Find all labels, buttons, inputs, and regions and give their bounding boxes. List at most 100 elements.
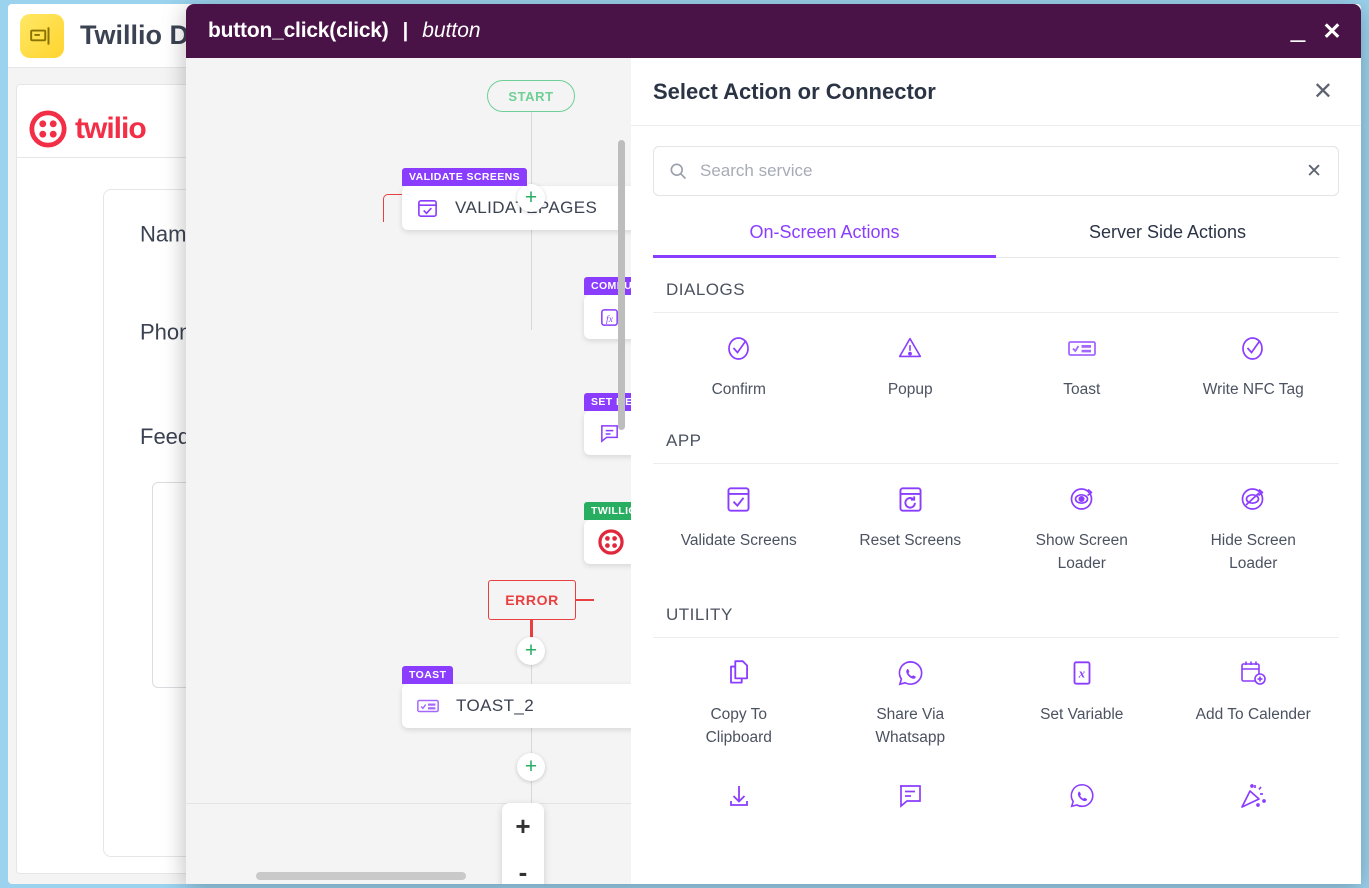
action-validate-screens[interactable]: Validate Screens xyxy=(653,482,825,583)
reset-screens-icon xyxy=(893,482,927,516)
action-copy-to-clipboard[interactable]: Copy To Clipboard xyxy=(653,656,825,757)
search-input[interactable] xyxy=(700,161,1294,181)
action-add-to-calender[interactable]: Add To Calender xyxy=(1168,656,1340,757)
search-icon xyxy=(668,161,688,181)
tab-on-screen-actions[interactable]: On-Screen Actions xyxy=(653,218,996,258)
section-title-app: APP xyxy=(653,409,1339,464)
action-whatsapp-call[interactable] xyxy=(996,779,1168,835)
action-label: Set Variable xyxy=(1040,704,1123,726)
action-confetti[interactable] xyxy=(1168,779,1340,835)
flow-node-label: TOAST_2 xyxy=(456,696,534,716)
action-label: Confirm xyxy=(712,379,766,401)
zoom-controls: + - xyxy=(502,803,544,884)
panel-tabs: On-Screen Actions Server Side Actions xyxy=(653,218,1339,258)
minimize-icon[interactable]: _ xyxy=(1281,14,1315,48)
whatsapp-call-icon xyxy=(1065,779,1099,813)
zoom-in-button[interactable]: + xyxy=(515,813,530,839)
twilio-brand: twilio xyxy=(29,101,146,157)
add-step-button[interactable]: + xyxy=(517,637,545,665)
close-icon[interactable]: ✕ xyxy=(1313,80,1333,104)
canvas-vertical-scrollbar[interactable] xyxy=(618,140,625,430)
section-title-utility: UTILITY xyxy=(653,583,1339,638)
modal-body: START + VALIDATE SCREENS VALIDATEPAGES C… xyxy=(186,58,1361,884)
flow-node-validatepages[interactable]: VALIDATEPAGES xyxy=(402,186,631,230)
toast-card-icon xyxy=(1065,331,1099,365)
add-step-button[interactable]: + xyxy=(517,753,545,781)
section-grid-utility: Copy To Clipboard Share Via Whatsapp xyxy=(653,638,1339,757)
tab-server-side-actions[interactable]: Server Side Actions xyxy=(996,218,1339,257)
screen: Twillio Demo twilio Name* xyxy=(0,0,1369,888)
action-label: Validate Screens xyxy=(681,530,797,552)
close-icon[interactable]: ✕ xyxy=(1306,160,1322,183)
svg-text:x: x xyxy=(1078,667,1086,681)
twilio-icon xyxy=(598,529,624,555)
action-label: Add To Calender xyxy=(1196,704,1311,726)
confirm-check-circle-icon xyxy=(722,331,756,365)
confetti-icon xyxy=(1236,779,1270,813)
modal-node-name: button_click(click) xyxy=(208,19,389,43)
action-chat-message[interactable] xyxy=(825,779,997,835)
validate-screens-icon xyxy=(416,197,439,220)
action-popup[interactable]: Popup xyxy=(825,331,997,409)
ticket-icon xyxy=(20,14,64,58)
node-tag: TOAST xyxy=(402,666,453,684)
whatsapp-icon xyxy=(893,656,927,690)
action-hide-screen-loader[interactable]: Hide Screen Loader xyxy=(1168,482,1340,583)
action-download[interactable] xyxy=(653,779,825,835)
action-toast[interactable]: Toast xyxy=(996,331,1168,409)
download-icon xyxy=(722,779,756,813)
section-grid-overflow xyxy=(653,757,1339,835)
action-label: Hide Screen Loader xyxy=(1193,530,1313,575)
flow-canvas[interactable]: START + VALIDATE SCREENS VALIDATEPAGES C… xyxy=(186,58,631,884)
node-tag: TWILLIO xyxy=(584,502,631,520)
action-share-via-whatsapp[interactable]: Share Via Whatsapp xyxy=(825,656,997,757)
twilio-logo-icon xyxy=(29,110,67,148)
twilio-wordmark: twilio xyxy=(75,112,146,146)
action-set-variable[interactable]: x Set Variable xyxy=(996,656,1168,757)
flow-error-branch[interactable]: ERROR xyxy=(488,580,576,620)
flow-node-twillio[interactable] xyxy=(584,520,631,564)
action-list[interactable]: DIALOGS Confirm xyxy=(631,258,1361,884)
nfc-check-circle-icon xyxy=(1236,331,1270,365)
action-label: Toast xyxy=(1063,379,1100,401)
warning-triangle-icon xyxy=(893,331,927,365)
canvas-horizontal-scrollbar[interactable] xyxy=(256,872,466,880)
search-box[interactable]: ✕ xyxy=(653,146,1339,196)
divider xyxy=(186,803,631,804)
set-variable-x-icon: x xyxy=(1065,656,1099,690)
section-grid-app: Validate Screens Reset Screens xyxy=(653,464,1339,583)
action-label: Copy To Clipboard xyxy=(679,704,799,749)
flow-node-toast2[interactable]: TOAST_2 xyxy=(402,684,631,728)
hide-loader-eye-off-icon xyxy=(1236,482,1270,516)
toast-icon xyxy=(416,694,440,718)
modal-node-type: button xyxy=(422,19,480,43)
action-show-screen-loader[interactable]: Show Screen Loader xyxy=(996,482,1168,583)
node-tag: VALIDATE SCREENS xyxy=(402,168,527,186)
chat-message-icon xyxy=(893,779,927,813)
action-write-nfc-tag[interactable]: Write NFC Tag xyxy=(1168,331,1340,409)
panel-title: Select Action or Connector xyxy=(653,79,1313,105)
svg-text:fx: fx xyxy=(606,313,614,324)
flow-connector xyxy=(531,230,533,330)
action-label: Popup xyxy=(888,379,933,401)
action-label: Share Via Whatsapp xyxy=(850,704,970,749)
show-loader-eye-icon xyxy=(1065,482,1099,516)
action-selector-panel: Select Action or Connector ✕ ✕ xyxy=(631,58,1361,884)
action-reset-screens[interactable]: Reset Screens xyxy=(825,482,997,583)
copy-icon xyxy=(722,656,756,690)
flow-start-node[interactable]: START xyxy=(487,80,575,112)
panel-header: Select Action or Connector ✕ xyxy=(631,58,1361,126)
calendar-add-icon xyxy=(1236,656,1270,690)
add-step-button[interactable]: + xyxy=(517,184,545,212)
search-area: ✕ xyxy=(631,126,1361,196)
section-grid-dialogs: Confirm Popup xyxy=(653,313,1339,409)
modal-title-separator: | xyxy=(403,20,409,43)
flow-error-connector xyxy=(576,599,594,601)
action-confirm[interactable]: Confirm xyxy=(653,331,825,409)
action-label: Reset Screens xyxy=(859,530,961,552)
close-icon[interactable]: ✕ xyxy=(1315,14,1349,48)
action-picker-modal: button_click(click) | button _ ✕ START +… xyxy=(186,4,1361,884)
action-label: Write NFC Tag xyxy=(1203,379,1304,401)
validate-screens-icon xyxy=(722,482,756,516)
zoom-out-button[interactable]: - xyxy=(519,859,528,884)
